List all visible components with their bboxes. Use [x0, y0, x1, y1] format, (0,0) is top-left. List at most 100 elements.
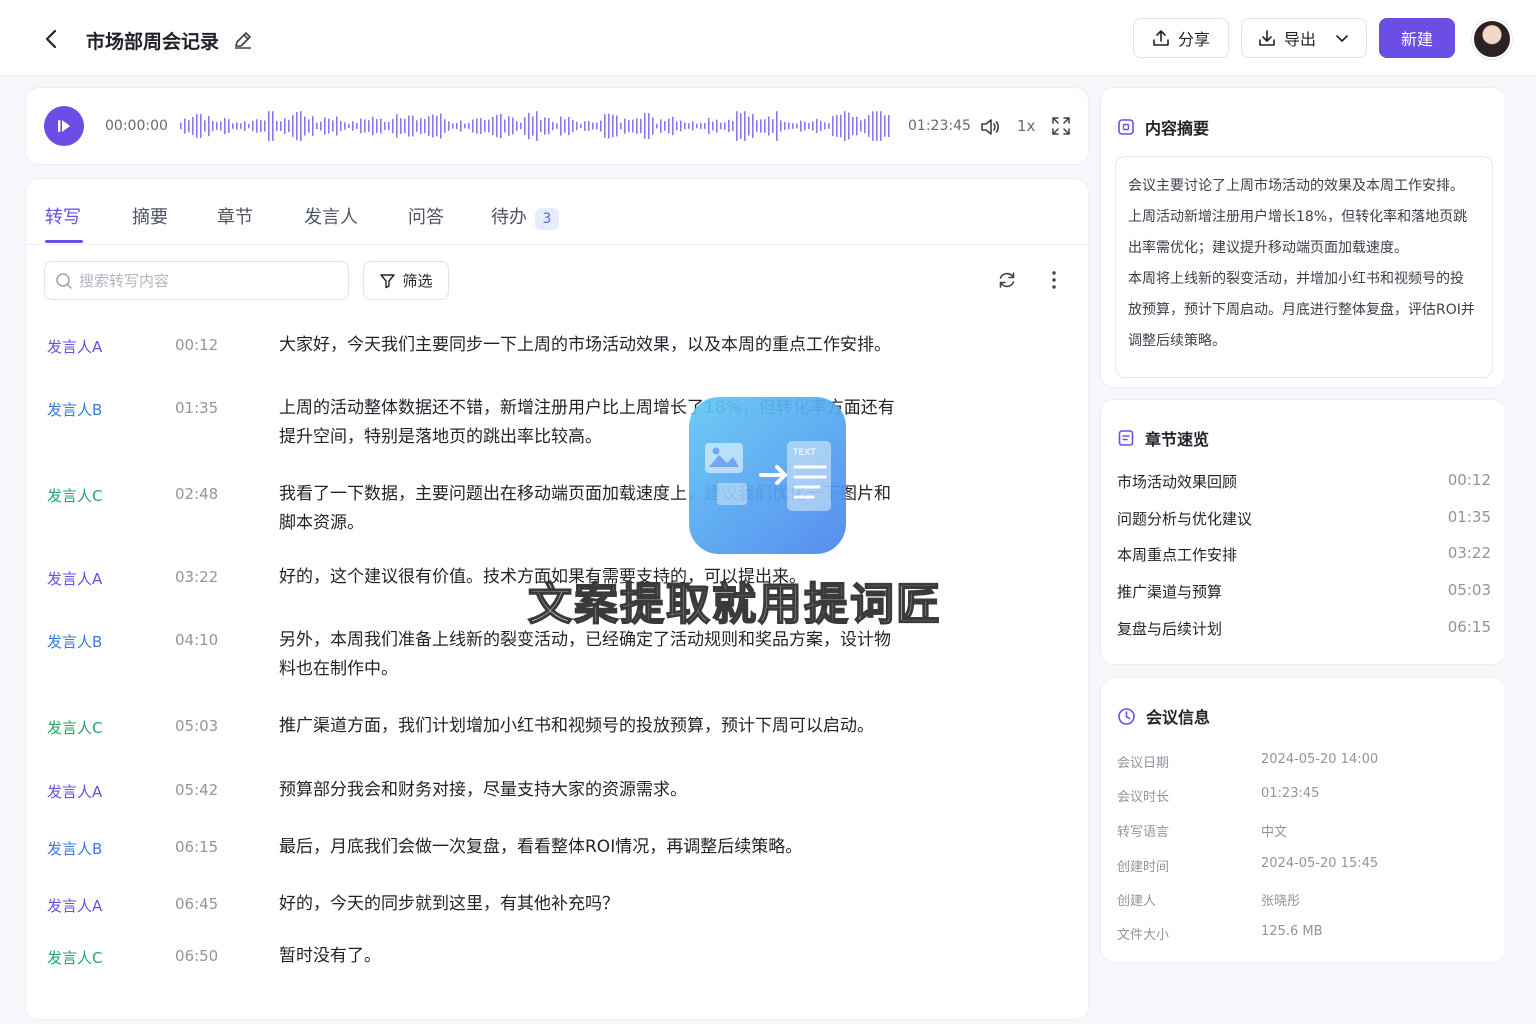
tab-qa[interactable]: 问答 — [408, 203, 444, 229]
tab-transcript[interactable]: 转写 — [45, 203, 81, 229]
waveform-bar — [880, 111, 882, 141]
tab-speakers[interactable]: 发言人 — [304, 203, 358, 229]
summary-icon — [1118, 119, 1134, 135]
speaker-label[interactable]: 发言人A — [47, 336, 102, 357]
waveform-bar — [684, 122, 686, 130]
waveform-bar — [784, 121, 786, 131]
meeting-info-header: 会议信息 — [1117, 704, 1210, 728]
timestamp[interactable]: 00:12 — [175, 336, 218, 354]
chevron-down-icon — [1336, 35, 1348, 42]
chapter-item[interactable]: 问题分析与优化建议 01:35 — [1117, 508, 1491, 529]
timestamp[interactable]: 06:15 — [175, 838, 218, 856]
waveform-bar — [280, 121, 282, 131]
waveform-bar — [852, 116, 854, 136]
waveform-bar — [412, 115, 414, 137]
filter-button[interactable]: 筛选 — [363, 261, 449, 300]
avatar[interactable] — [1472, 19, 1512, 59]
todo-count-badge: 3 — [535, 208, 559, 230]
tab-bar: 转写 摘要 章节 发言人 问答 待办 3 — [26, 179, 1088, 245]
export-button[interactable]: 导出 — [1241, 18, 1367, 58]
waveform-bar — [768, 116, 770, 136]
waveform-bar — [348, 123, 350, 129]
waveform-bar — [516, 121, 518, 131]
edit-title-button[interactable] — [232, 29, 254, 51]
waveform[interactable] — [178, 104, 894, 148]
speaker-label[interactable]: 发言人A — [47, 895, 102, 916]
chapter-item[interactable]: 本周重点工作安排 03:22 — [1117, 544, 1491, 565]
chapter-item[interactable]: 推广渠道与预算 05:03 — [1117, 581, 1491, 602]
waveform-bar — [408, 115, 410, 137]
waveform-bar — [848, 112, 850, 140]
refresh-icon — [999, 272, 1015, 288]
info-label: 转写语言 — [1117, 825, 1170, 840]
timestamp[interactable]: 03:22 — [175, 568, 218, 586]
back-button[interactable] — [38, 26, 64, 52]
search-input[interactable] — [79, 271, 348, 290]
chapters-header: 章节速览 — [1117, 426, 1209, 450]
speaker-label[interactable]: 发言人B — [47, 399, 102, 420]
new-button[interactable]: 新建 — [1379, 18, 1455, 58]
speaker-label[interactable]: 发言人A — [47, 781, 102, 802]
timestamp[interactable]: 02:48 — [175, 485, 218, 503]
timestamp[interactable]: 04:10 — [175, 631, 218, 649]
tab-todo[interactable]: 待办 3 — [491, 203, 559, 230]
waveform-bar — [432, 114, 434, 138]
waveform-bar — [524, 116, 526, 136]
timestamp[interactable]: 06:45 — [175, 895, 218, 913]
waveform-bar — [308, 119, 310, 133]
speaker-label[interactable]: 发言人A — [47, 568, 102, 589]
waveform-bar — [340, 120, 342, 132]
utterance-text: 大家好，今天我们主要同步一下上周的市场活动效果，以及本周的重点工作安排。 — [279, 335, 891, 355]
tab-chapters[interactable]: 章节 — [217, 203, 253, 229]
waveform-bar — [440, 113, 442, 139]
waveform-bar — [216, 121, 218, 131]
waveform-bar — [760, 119, 762, 133]
chapter-time: 00:12 — [1447, 471, 1491, 489]
timestamp[interactable]: 06:50 — [175, 947, 218, 965]
waveform-bar — [672, 116, 674, 136]
speaker-label[interactable]: 发言人C — [47, 717, 102, 738]
info-value: 01:23:45 — [1261, 786, 1320, 801]
share-button[interactable]: 分享 — [1133, 18, 1229, 58]
waveform-bar — [616, 115, 618, 137]
waveform-bar — [380, 118, 382, 134]
speaker-label[interactable]: 发言人C — [47, 485, 102, 506]
waveform-bar — [804, 121, 806, 131]
chapter-item[interactable]: 复盘与后续计划 06:15 — [1117, 618, 1491, 639]
speed-button[interactable]: 1x — [1017, 117, 1035, 135]
timestamp[interactable]: 01:35 — [175, 399, 218, 417]
timestamp[interactable]: 05:03 — [175, 717, 218, 735]
summary-text: 会议主要讨论了上周市场活动的效果及本周工作安排。 上周活动新增注册用户增长18%… — [1115, 156, 1493, 378]
waveform-bar — [756, 120, 758, 132]
speaker-label[interactable]: 发言人C — [47, 947, 102, 968]
play-button[interactable] — [44, 106, 84, 146]
waveform-bar — [224, 117, 226, 135]
chapter-title: 推广渠道与预算 — [1117, 583, 1223, 601]
speaker-label[interactable]: 发言人B — [47, 631, 102, 652]
refresh-button[interactable] — [996, 269, 1018, 291]
waveform-bar — [732, 120, 734, 132]
waveform-bar — [652, 117, 654, 135]
volume-button[interactable] — [978, 115, 1002, 139]
waveform-bar — [772, 119, 774, 133]
search-icon — [56, 273, 72, 289]
speaker-label[interactable]: 发言人B — [47, 838, 102, 859]
waveform-bar — [824, 122, 826, 130]
timestamp[interactable]: 05:42 — [175, 781, 218, 799]
more-options-button[interactable] — [1043, 269, 1065, 291]
waveform-bar — [860, 120, 862, 132]
waveform-bar — [536, 111, 538, 141]
waveform-bar — [864, 118, 866, 134]
chapter-item[interactable]: 市场活动效果回顾 00:12 — [1117, 471, 1491, 492]
fullscreen-button[interactable] — [1050, 115, 1072, 137]
waveform-bar — [596, 122, 598, 130]
summary-line: 放预算，预计下周启动。月底进行整体复盘，评估ROI并 — [1128, 302, 1475, 318]
waveform-bar — [712, 121, 714, 131]
waveform-bar — [552, 121, 554, 131]
waveform-bar — [668, 118, 670, 134]
tab-summary[interactable]: 摘要 — [132, 203, 168, 229]
meeting-info-card: 会议信息 会议日期 2024-05-20 14:00 会议时长 01:23:45… — [1100, 677, 1506, 963]
waveform-bar — [232, 123, 234, 129]
chapters-card: 章节速览 市场活动效果回顾 00:12 问题分析与优化建议 01:35 本周重点… — [1100, 399, 1506, 665]
waveform-bar — [288, 119, 290, 133]
